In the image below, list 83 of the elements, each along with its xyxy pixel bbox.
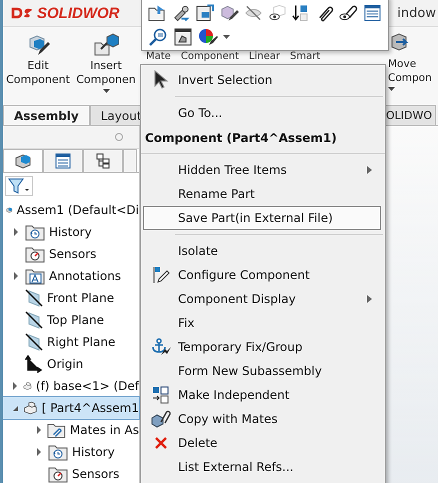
list-icon <box>55 153 71 169</box>
menu-item[interactable]: Save Part(in External File) <box>143 206 381 230</box>
plane-icon <box>25 333 43 351</box>
tree-item[interactable]: Assem1 (Default<Di <box>3 199 139 221</box>
ribbon-label[interactable]: Mate <box>146 51 171 63</box>
ribbon-button[interactable]: Edit Component <box>4 27 72 87</box>
tree-item[interactable]: (f) base<1> (Def <box>3 375 139 397</box>
tree-item[interactable]: History <box>3 441 139 463</box>
annotations-folder-icon <box>25 267 45 285</box>
transparency-icon[interactable] <box>268 4 286 22</box>
folder-arrow-icon[interactable] <box>148 4 167 22</box>
tree-item[interactable]: Front Plane <box>3 287 139 309</box>
menu-item[interactable]: Invert Selection <box>143 68 381 92</box>
down-arrow-icon[interactable] <box>291 4 310 22</box>
filter-icon <box>8 178 30 194</box>
list-icon[interactable] <box>363 4 382 22</box>
tree-item[interactable]: Sensors <box>3 243 139 265</box>
menu-item[interactable]: List External Refs... <box>143 455 381 479</box>
menu-item[interactable]: Delete <box>143 431 381 455</box>
tree-item[interactable]: Annotations <box>3 265 139 287</box>
menu-item[interactable]: Isolate <box>143 239 381 263</box>
menu-item[interactable]: Make Independent <box>143 383 381 407</box>
window-icon[interactable] <box>173 28 193 46</box>
plane-icon <box>25 289 43 307</box>
assembly-icon <box>14 153 32 169</box>
expand-arrow-icon[interactable] <box>12 228 20 236</box>
appearance-icon[interactable] <box>198 28 218 46</box>
menu-item[interactable]: Rename Part <box>143 182 381 206</box>
collapse-arrow-icon[interactable] <box>11 404 19 412</box>
zoom-icon[interactable] <box>148 28 168 46</box>
ribbon-label[interactable]: Component <box>180 51 239 63</box>
paperclip-icon <box>151 410 171 428</box>
close-icon <box>155 437 167 449</box>
hide-icon[interactable] <box>244 4 263 22</box>
filter-button[interactable] <box>5 176 33 196</box>
insert-component-icon <box>93 33 119 57</box>
sensors-folder-icon <box>25 245 45 263</box>
menu-item[interactable]: Configure Component <box>143 263 381 287</box>
history-folder-icon <box>25 223 45 241</box>
menu-item[interactable]: Fix <box>143 311 381 335</box>
mates-folder-icon <box>47 421 66 439</box>
menu-item[interactable]: indow <box>397 6 436 20</box>
menu-item[interactable]: Form New Subassembly <box>143 359 381 383</box>
property-tab[interactable] <box>43 149 83 172</box>
independent-icon <box>152 386 170 404</box>
menu-item[interactable]: Component Display <box>143 287 381 311</box>
caret-icon[interactable] <box>223 35 230 39</box>
expand-arrow-icon[interactable] <box>35 448 43 456</box>
configuration-tab[interactable] <box>83 149 123 172</box>
ribbon-label[interactable]: Smart <box>290 51 320 63</box>
edit-part-icon[interactable] <box>220 4 239 22</box>
tree-item[interactable]: Right Plane <box>3 331 139 353</box>
ribbon-button[interactable]: Move Compon <box>388 27 438 91</box>
expand-arrow-icon[interactable] <box>34 426 43 434</box>
app-logo: SOLIDWOR <box>37 4 120 22</box>
origin-icon <box>25 355 43 373</box>
tree-item[interactable]: Sensors <box>3 463 139 483</box>
anchor-icon <box>151 338 171 356</box>
paperclip-eye-icon[interactable] <box>339 4 358 22</box>
expand-arrow-icon[interactable] <box>11 382 19 390</box>
replace-component-icon[interactable] <box>196 4 215 22</box>
menu-item[interactable]: Copy with Mates <box>143 407 381 431</box>
feature-tree-tab[interactable] <box>3 149 43 172</box>
tree-structure-icon <box>95 153 111 169</box>
menu-item[interactable]: Temporary Fix/Group <box>143 335 381 359</box>
tree-item[interactable]: Origin <box>3 353 139 375</box>
history-folder-icon <box>48 443 68 461</box>
ribbon-tab[interactable]: Assembly <box>3 105 90 125</box>
menu-item[interactable]: Hidden Tree Items <box>143 158 381 182</box>
tree-item[interactable]: History <box>3 221 139 243</box>
pencil-icon <box>152 266 170 284</box>
plane-icon <box>25 311 43 329</box>
logo-icon <box>11 7 33 19</box>
cursor-icon <box>153 70 169 90</box>
tree-item[interactable]: [ Part4^Assem1 <box>3 397 139 419</box>
panel-grip-icon[interactable] <box>115 133 123 141</box>
ribbon-label[interactable]: Linear <box>248 51 280 63</box>
expand-arrow-icon[interactable] <box>12 272 20 280</box>
tree-item[interactable]: Mates in As <box>3 419 139 441</box>
part-icon <box>23 399 38 417</box>
ribbon-button[interactable]: Insert Componen <box>72 27 140 93</box>
tree-item[interactable]: Top Plane <box>3 309 139 331</box>
menu-header: Component (Part4^Assem1) <box>144 130 338 147</box>
